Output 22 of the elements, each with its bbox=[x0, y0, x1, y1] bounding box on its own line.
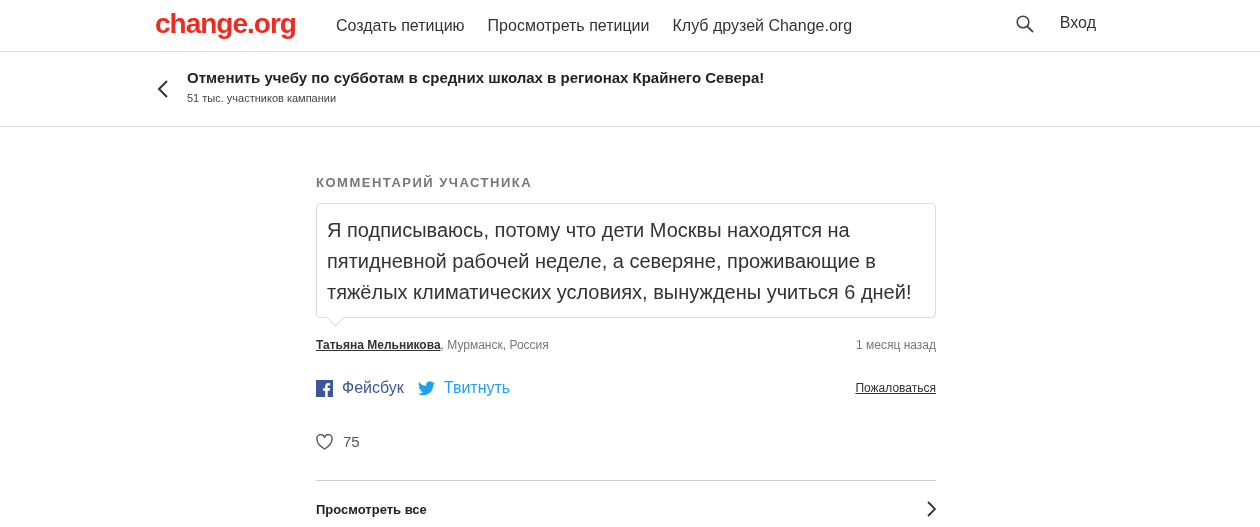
report-link[interactable]: Пожаловаться bbox=[855, 381, 936, 395]
nav-link[interactable]: Создать петицию bbox=[335, 16, 465, 35]
back-icon[interactable] bbox=[157, 80, 171, 98]
facebook-icon bbox=[316, 379, 333, 397]
petition-title: Отменить учебу по субботам в средних школах в регионах Крайнего Севера! bbox=[187, 68, 765, 86]
nav-link[interactable]: Просмотреть петиции bbox=[487, 16, 650, 35]
comment-text: Я подписываюсь, потому что дети Москвы находятся на пятидневной рабочей неделе, а северяне, проживающие в тяжёлых климатических условиях, вынуждены учиться 6 дней! bbox=[327, 219, 912, 303]
search-icon[interactable] bbox=[1015, 14, 1034, 33]
like-count: 75 bbox=[343, 433, 360, 450]
author-link[interactable]: Татьяна Мельникова bbox=[316, 338, 441, 352]
nav-link[interactable]: Клуб друзей Change.org bbox=[672, 16, 853, 35]
comment-time: 1 месяц назад bbox=[856, 338, 936, 352]
section-heading: КОММЕНТАРИЙ УЧАСТНИКА bbox=[316, 175, 534, 190]
participant-count: 51 тыс. участников кампании bbox=[187, 91, 338, 104]
share-link[interactable]: Фейсбук bbox=[316, 379, 404, 397]
heart-icon[interactable] bbox=[316, 433, 333, 450]
comment-author-line: Татьяна Мельникова, Мурманск, Россия bbox=[316, 338, 549, 352]
chevron-icon bbox=[926, 501, 936, 517]
login-link[interactable]: Вход bbox=[1059, 13, 1096, 32]
view-all-link[interactable]: Просмотреть все bbox=[316, 480, 936, 517]
logo[interactable]: change.org bbox=[155, 7, 296, 40]
bird-icon bbox=[417, 379, 435, 397]
